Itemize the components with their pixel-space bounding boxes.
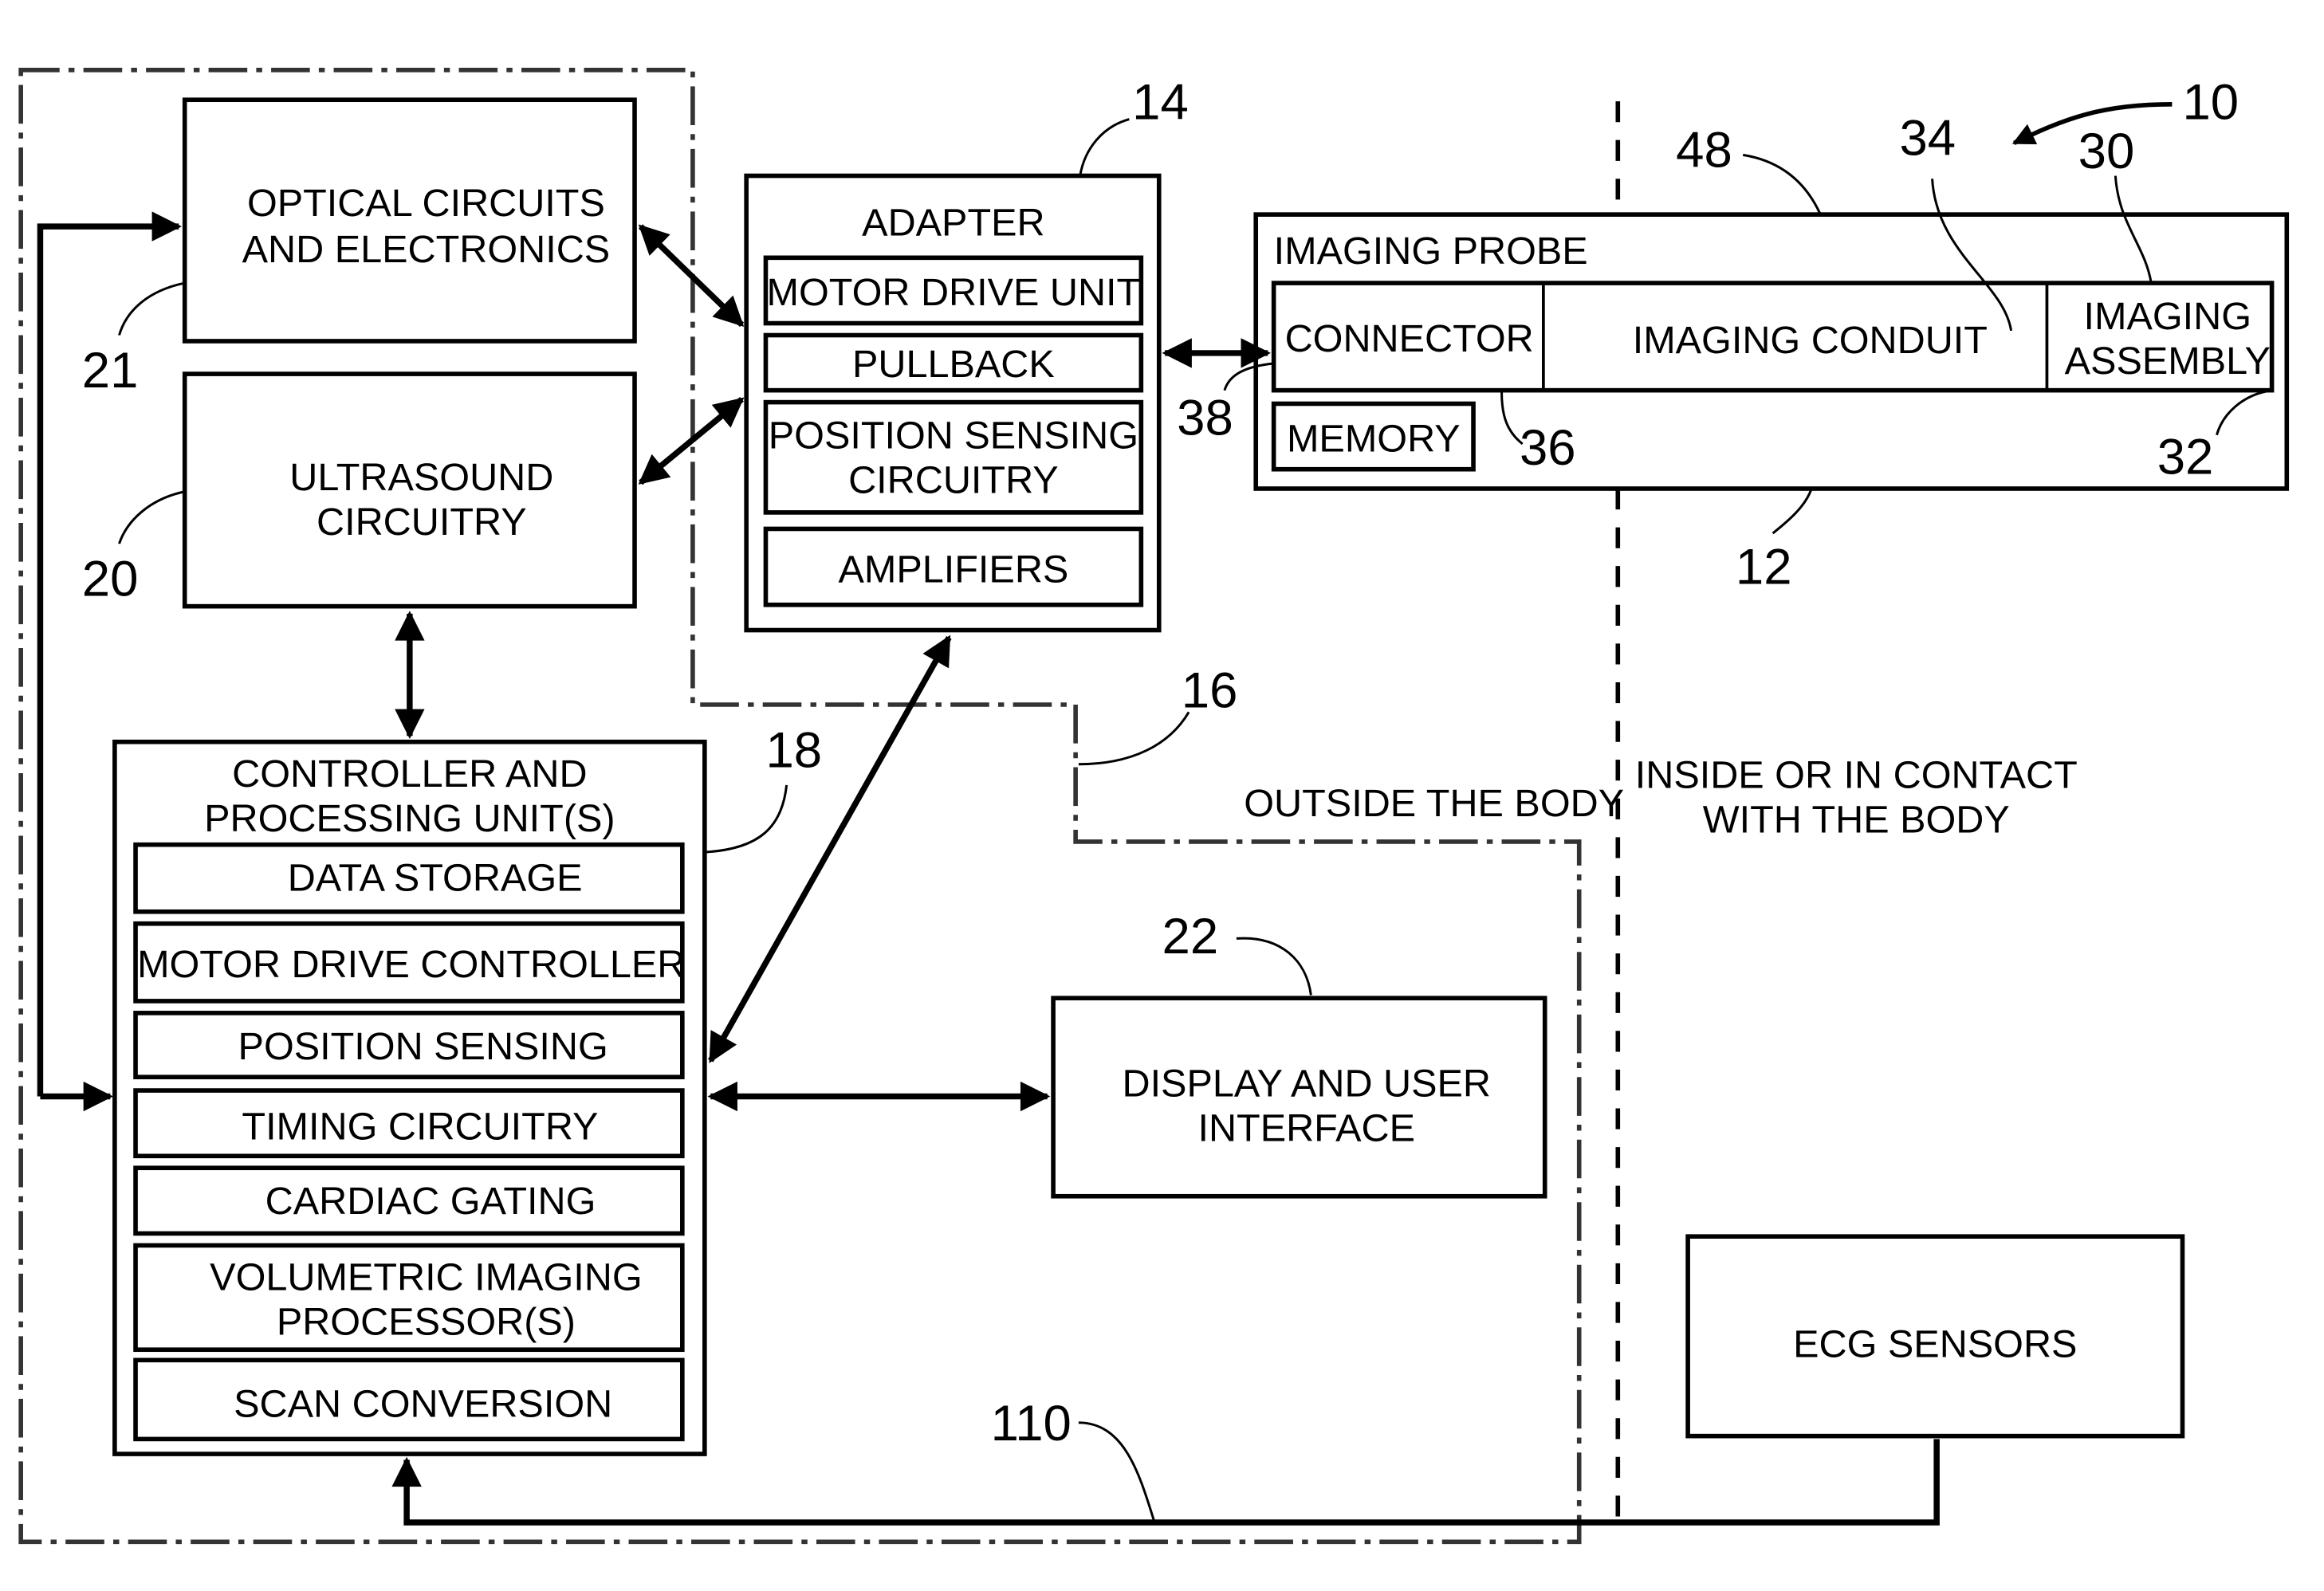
display-line-2: INTERFACE (1197, 1107, 1415, 1150)
ultrasound-line-2: CIRCUITRY (317, 501, 527, 544)
controller-item: TIMING CIRCUITRY (133, 1088, 685, 1159)
ref-36: 36 (1520, 419, 1576, 476)
controller-item: MOTOR DRIVE CONTROLLER (133, 921, 685, 1004)
probe-title: IMAGING PROBE (1274, 230, 1588, 273)
svg-text:MOTOR DRIVE CONTROLLER: MOTOR DRIVE CONTROLLER (137, 943, 685, 986)
leader-48 (1743, 153, 1822, 215)
adapter-title: ADAPTER (862, 201, 1044, 244)
inside-body-label-2: WITH THE BODY (1703, 799, 2010, 842)
adapter-controller-link (708, 634, 952, 1063)
ultrasound-block: ULTRASOUND CIRCUITRY (182, 371, 637, 609)
adapter-item: PULLBACK (763, 332, 1144, 393)
assembly-line-2: ASSEMBLY (2065, 340, 2271, 383)
system-block-diagram: OPTICAL CIRCUITS AND ELECTRONICS ULTRASO… (18, 68, 2290, 1545)
svg-text:DATA STORAGE: DATA STORAGE (288, 857, 583, 900)
controller-item: POSITION SENSING (133, 1011, 685, 1080)
ecg-sensors-block: ECG SENSORS (1685, 1234, 2185, 1439)
display-block: DISPLAY AND USER INTERFACE (1051, 996, 1547, 1199)
svg-text:POSITION SENSING: POSITION SENSING (769, 414, 1138, 458)
ref-12: 12 (1736, 539, 1792, 595)
optical-line-1: OPTICAL CIRCUITS (247, 182, 605, 225)
leader-14 (1079, 118, 1130, 176)
controller-item: CARDIAC GATING (133, 1165, 685, 1236)
adapter-block: ADAPTER MOTOR DRIVE UNIT PULLBACK POSITI… (744, 173, 1162, 633)
controller-item: DATA STORAGE (133, 842, 685, 914)
svg-text:MOTOR DRIVE UNIT: MOTOR DRIVE UNIT (767, 271, 1141, 314)
optical-line-2: AND ELECTRONICS (242, 228, 611, 271)
ecg-label: ECG SENSORS (1793, 1323, 2077, 1366)
controller-title-2: PROCESSING UNIT(S) (204, 797, 615, 840)
memory-label: MEMORY (1287, 417, 1461, 460)
controller-title-1: CONTROLLER AND (232, 752, 587, 796)
ref-30: 30 (2078, 123, 2135, 179)
ref-22: 22 (1162, 908, 1219, 964)
ultrasound-line-1: ULTRASOUND (289, 456, 553, 499)
ref-48: 48 (1676, 121, 1732, 178)
connector-label: CONNECTOR (1285, 317, 1534, 360)
svg-text:AMPLIFIERS: AMPLIFIERS (838, 548, 1068, 591)
svg-text:POSITION SENSING: POSITION SENSING (238, 1025, 608, 1068)
ref-32: 32 (2157, 428, 2214, 485)
svg-text:VOLUMETRIC IMAGING: VOLUMETRIC IMAGING (210, 1255, 642, 1298)
ref-20: 20 (82, 551, 139, 607)
adapter-item: AMPLIFIERS (763, 526, 1144, 607)
ref-10: 10 (2182, 74, 2239, 131)
controller-block: CONTROLLER AND PROCESSING UNIT(S) DATA S… (112, 739, 707, 1456)
ref-110: 110 (991, 1395, 1072, 1452)
svg-text:PULLBACK: PULLBACK (852, 343, 1055, 386)
ref-21: 21 (82, 342, 139, 399)
adapter-item: MOTOR DRIVE UNIT (763, 255, 1144, 326)
ref-34: 34 (1899, 109, 1956, 166)
leader-21 (118, 281, 186, 336)
inside-body-label-1: INSIDE OR IN CONTACT (1635, 754, 2078, 797)
imaging-probe-block: IMAGING PROBE CONNECTOR IMAGING CONDUIT … (1253, 212, 2290, 491)
svg-text:CIRCUITRY: CIRCUITRY (848, 459, 1059, 502)
svg-text:CARDIAC GATING: CARDIAC GATING (265, 1180, 596, 1223)
ref-38: 38 (1177, 390, 1233, 446)
leader-16 (1078, 711, 1190, 766)
optical-circuits-block: OPTICAL CIRCUITS AND ELECTRONICS (182, 97, 637, 344)
leader-22 (1236, 937, 1312, 996)
leader-20 (118, 490, 186, 544)
leader-110 (1078, 1421, 1156, 1523)
conduit-label: IMAGING CONDUIT (1633, 319, 1988, 362)
display-line-1: DISPLAY AND USER (1122, 1063, 1491, 1106)
controller-item: VOLUMETRIC IMAGING PROCESSOR(S) (133, 1243, 685, 1353)
controller-item: SCAN CONVERSION (133, 1357, 685, 1442)
svg-text:TIMING CIRCUITRY: TIMING CIRCUITRY (242, 1106, 598, 1149)
ref-18: 18 (765, 721, 822, 778)
ref-16: 16 (1182, 662, 1238, 719)
leader-12 (1772, 488, 1813, 535)
leader-18 (704, 784, 788, 854)
ref-14: 14 (1132, 74, 1189, 131)
svg-text:SCAN CONVERSION: SCAN CONVERSION (234, 1382, 612, 1425)
outside-body-label: OUTSIDE THE BODY (1244, 782, 1624, 825)
adapter-item: POSITION SENSING CIRCUITRY (763, 399, 1144, 515)
svg-text:PROCESSOR(S): PROCESSOR(S) (277, 1301, 576, 1344)
assembly-line-1: IMAGING (2084, 295, 2251, 338)
